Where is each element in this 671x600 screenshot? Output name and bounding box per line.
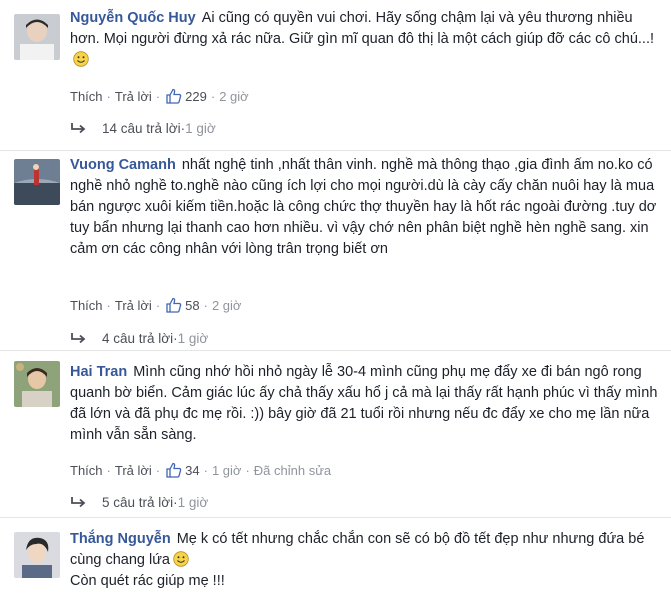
reply-arrow-icon: [70, 332, 88, 346]
avatar[interactable]: [14, 361, 60, 407]
avatar[interactable]: [14, 532, 60, 578]
comment-text: Mình cũng nhớ hồi nhỏ ngày lễ 30-4 mình …: [70, 364, 658, 443]
replies-time: 1 giờ: [177, 331, 209, 346]
comment-author[interactable]: Nguyễn Quốc Huy: [70, 10, 196, 26]
thumbs-up-icon[interactable]: [166, 297, 182, 313]
edited-label[interactable]: Đã chỉnh sửa: [254, 463, 331, 478]
comment-3: Hai Tran Mình cũng nhớ hồi nhỏ ngày lễ 30…: [0, 351, 671, 517]
comment-body: Nguyễn Quốc Huy Ai cũng có quyền vui chơi…: [70, 8, 660, 71]
thumbs-up-icon[interactable]: [166, 88, 182, 104]
comment-author[interactable]: Thắng Nguyễn: [70, 531, 171, 547]
replies-time: 1 giờ: [177, 495, 209, 510]
comment-author[interactable]: Vuong Camanh: [70, 157, 176, 173]
like-count[interactable]: 229: [185, 89, 207, 104]
like-link[interactable]: Thích: [70, 89, 103, 104]
reply-arrow-icon: [70, 496, 88, 510]
comment-1: Nguyễn Quốc Huy Ai cũng có quyền vui chơi…: [0, 0, 671, 150]
view-replies[interactable]: 4 câu trả lời · 1 giờ: [70, 331, 208, 346]
comment-text-line2: Còn quét rác giúp mẹ !!!: [70, 573, 225, 589]
comment-time[interactable]: 2 giờ: [212, 298, 242, 313]
avatar[interactable]: [14, 14, 60, 60]
comment-time[interactable]: 2 giờ: [219, 89, 249, 104]
replies-count[interactable]: 4 câu trả lời: [102, 331, 173, 346]
like-count[interactable]: 34: [185, 463, 199, 478]
reply-link[interactable]: Trả lời: [115, 298, 152, 313]
like-count[interactable]: 58: [185, 298, 199, 313]
view-replies[interactable]: 5 câu trả lời · 1 giờ: [70, 495, 208, 510]
comment-actions: Thích · Trả lời · 34 · 1 giờ · Đã chỉnh …: [70, 462, 332, 478]
smiley-icon: [173, 551, 189, 567]
replies-time: 1 giờ: [185, 121, 216, 136]
comment-actions: Thích · Trả lời · 58 · 2 giờ: [70, 297, 242, 313]
replies-count[interactable]: 14 câu trả lời: [102, 121, 181, 136]
comment-2: Vuong Camanh nhất nghệ tinh ,nhất thân vi…: [0, 151, 671, 349]
comment-body: Hai Tran Mình cũng nhớ hồi nhỏ ngày lễ 30…: [70, 362, 660, 446]
replies-count[interactable]: 5 câu trả lời: [102, 495, 173, 510]
comment-time[interactable]: 1 giờ: [212, 463, 242, 478]
comment-body: Thắng Nguyễn Mẹ k có tết nhưng chắc chắn …: [70, 529, 660, 592]
like-link[interactable]: Thích: [70, 298, 103, 313]
comment-actions: Thích · Trả lời · 229 · 2 giờ: [70, 88, 249, 104]
smiley-icon: [73, 51, 89, 67]
reply-link[interactable]: Trả lời: [115, 89, 152, 104]
comment-4: Thắng Nguyễn Mẹ k có tết nhưng chắc chắn …: [0, 518, 671, 600]
comment-author[interactable]: Hai Tran: [70, 364, 127, 380]
avatar[interactable]: [14, 159, 60, 205]
view-replies[interactable]: 14 câu trả lời · 1 giờ: [70, 121, 216, 136]
like-link[interactable]: Thích: [70, 463, 103, 478]
reply-arrow-icon: [70, 122, 88, 136]
thumbs-up-icon[interactable]: [166, 462, 182, 478]
comment-body: Vuong Camanh nhất nghệ tinh ,nhất thân vi…: [70, 155, 660, 260]
reply-link[interactable]: Trả lời: [115, 463, 152, 478]
